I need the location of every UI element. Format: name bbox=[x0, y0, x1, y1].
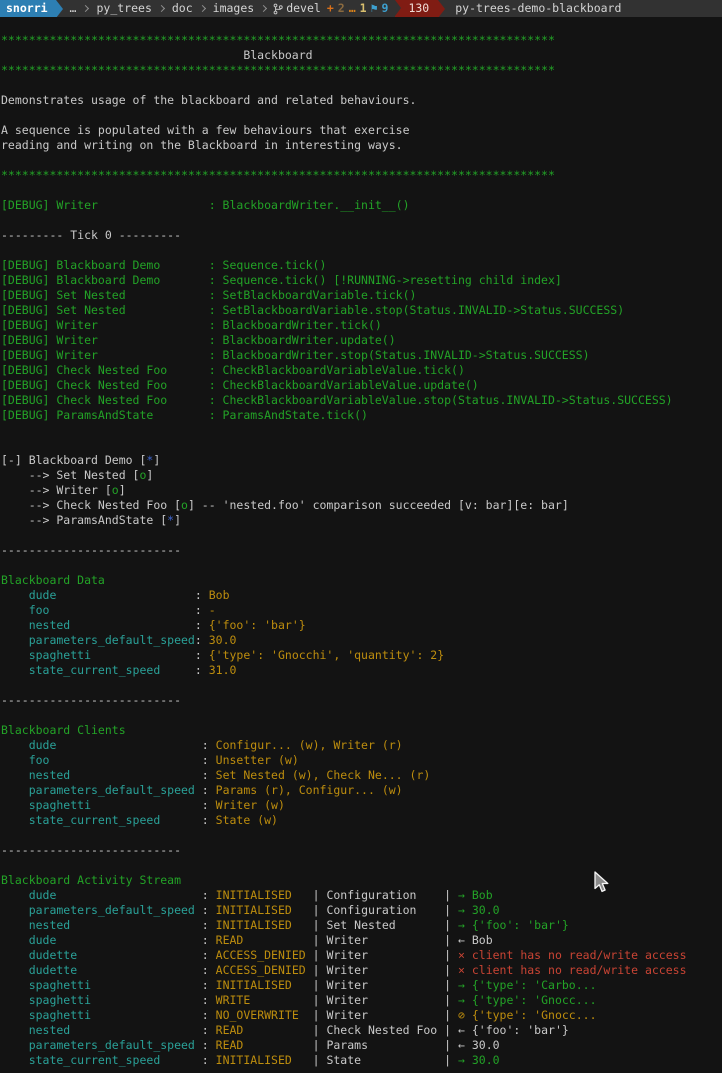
git-branch-label: devel bbox=[286, 1, 321, 15]
git-status-token: 9 bbox=[381, 1, 389, 15]
breadcrumb-item: py_trees bbox=[96, 1, 152, 15]
exit-code-label: 130 bbox=[408, 1, 430, 15]
terminal-line: parameters_default_speed: 30.0 bbox=[1, 633, 237, 647]
terminal-line: [DEBUG] Writer : BlackboardWriter.update… bbox=[1, 333, 396, 347]
git-branch-icon bbox=[273, 3, 283, 14]
terminal-line: spaghetti : NO_OVERWRITE | Writer | ⊘ {'… bbox=[1, 1008, 597, 1022]
terminal-line: [DEBUG] Blackboard Demo : Sequence.tick(… bbox=[1, 258, 327, 272]
terminal-line: ****************************************… bbox=[1, 168, 555, 182]
terminal-line: parameters_default_speed : INITIALISED |… bbox=[1, 903, 500, 917]
git-status-token: ⚑ bbox=[370, 1, 378, 15]
terminal-line: [DEBUG] Writer : BlackboardWriter.tick() bbox=[1, 318, 382, 332]
terminal-line: A sequence is populated with a few behav… bbox=[1, 123, 410, 137]
chevron-separator-icon bbox=[198, 4, 206, 13]
terminal-window: snorri … py_trees doc images devel +2… 1 ⚑ 9 1… bbox=[0, 0, 722, 1067]
breadcrumb-path: … py_trees doc images bbox=[69, 1, 274, 16]
terminal-line: dude : READ | Writer | ← Bob bbox=[1, 933, 493, 947]
terminal-line: --> Writer [o] bbox=[1, 483, 126, 497]
breadcrumb-item: images bbox=[212, 1, 255, 15]
terminal-line: [DEBUG] Check Nested Foo : CheckBlackboa… bbox=[1, 393, 673, 407]
terminal-line: foo : - bbox=[1, 603, 216, 617]
powerline-arrow-icon bbox=[55, 0, 63, 17]
terminal-line: ****************************************… bbox=[1, 33, 555, 47]
terminal-line: foo : Unsetter (w) bbox=[1, 753, 299, 767]
terminal-output: ****************************************… bbox=[0, 17, 722, 1068]
git-status-tokens: +2… 1 ⚑ 9 bbox=[327, 1, 393, 16]
terminal-line: dudette : ACCESS_DENIED | Writer | × cli… bbox=[1, 963, 687, 977]
terminal-line: -------------------------- bbox=[1, 843, 182, 857]
terminal-line: [DEBUG] Blackboard Demo : Sequence.tick(… bbox=[1, 273, 562, 287]
terminal-line: spaghetti : Writer (w) bbox=[1, 798, 285, 812]
git-status-token: 1 bbox=[359, 1, 367, 15]
terminal-line: Blackboard Clients bbox=[1, 723, 126, 737]
terminal-line: Demonstrates usage of the blackboard and… bbox=[1, 93, 417, 107]
terminal-line: state_current_speed : INITIALISED | Stat… bbox=[1, 1053, 500, 1067]
terminal-line: spaghetti : WRITE | Writer | → {'type': … bbox=[1, 993, 597, 1007]
terminal-line: --> ParamsAndState [*] bbox=[1, 513, 182, 527]
terminal-line: nested : Set Nested (w), Check Ne... (r) bbox=[1, 768, 431, 782]
terminal-line: -------------------------- bbox=[1, 693, 182, 707]
powerline-notch-icon bbox=[395, 0, 402, 16]
terminal-line: [DEBUG] Set Nested : SetBlackboardVariab… bbox=[1, 288, 417, 302]
chevron-separator-icon bbox=[260, 4, 268, 13]
terminal-line: reading and writing on the Blackboard in… bbox=[1, 138, 403, 152]
terminal-line: [DEBUG] Check Nested Foo : CheckBlackboa… bbox=[1, 363, 465, 377]
titlebar[interactable]: snorri … py_trees doc images devel +2… 1 ⚑ 9 1… bbox=[0, 0, 722, 17]
terminal-line: -------------------------- bbox=[1, 543, 182, 557]
breadcrumb-item: … bbox=[69, 1, 77, 15]
terminal-line: Blackboard Activity Stream bbox=[1, 873, 182, 887]
terminal-line: spaghetti : {'type': 'Gnocchi', 'quantit… bbox=[1, 648, 445, 662]
host-label: snorri bbox=[6, 1, 48, 15]
terminal-line: Blackboard Data bbox=[1, 573, 105, 587]
git-status-token: 2 bbox=[337, 1, 345, 15]
terminal-line: parameters_default_speed : READ | Params… bbox=[1, 1038, 500, 1052]
powerline-arrow-icon bbox=[438, 0, 446, 17]
git-status-token: … bbox=[348, 1, 356, 15]
terminal-line: [DEBUG] Check Nested Foo : CheckBlackboa… bbox=[1, 378, 479, 392]
breadcrumb-item: doc bbox=[171, 1, 193, 15]
terminal-line: [-] Blackboard Demo [*] bbox=[1, 453, 161, 467]
git-status-token: + bbox=[326, 1, 334, 15]
terminal-line: [DEBUG] Set Nested : SetBlackboardVariab… bbox=[1, 303, 625, 317]
terminal-line: --------- Tick 0 --------- bbox=[1, 228, 182, 242]
chevron-separator-icon bbox=[157, 4, 165, 13]
terminal-line: ****************************************… bbox=[1, 63, 555, 77]
mouse-cursor-icon bbox=[594, 871, 609, 893]
exit-code-segment: 130 bbox=[395, 0, 439, 17]
terminal-line: nested : READ | Check Nested Foo | ← {'f… bbox=[1, 1023, 569, 1037]
terminal-line: --> Check Nested Foo [o] -- 'nested.foo'… bbox=[1, 498, 569, 512]
terminal-line: --> Set Nested [o] bbox=[1, 468, 154, 482]
terminal-line: nested : INITIALISED | Set Nested | → {'… bbox=[1, 918, 569, 932]
terminal-line: state_current_speed : State (w) bbox=[1, 813, 278, 827]
chevron-separator-icon bbox=[82, 4, 90, 13]
terminal-line: dudette : ACCESS_DENIED | Writer | × cli… bbox=[1, 948, 687, 962]
terminal-line: [DEBUG] ParamsAndState : ParamsAndState.… bbox=[1, 408, 368, 422]
breadcrumb-host: snorri bbox=[0, 0, 56, 17]
terminal-line: dude : INITIALISED | Configuration | → B… bbox=[1, 888, 493, 902]
terminal-line: state_current_speed : 31.0 bbox=[1, 663, 237, 677]
terminal-line: [DEBUG] Writer : BlackboardWriter.__init… bbox=[1, 198, 410, 212]
terminal-line: parameters_default_speed : Params (r), C… bbox=[1, 783, 403, 797]
terminal-line: dude : Bob bbox=[1, 588, 230, 602]
terminal-line: [DEBUG] Writer : BlackboardWriter.stop(S… bbox=[1, 348, 590, 362]
terminal-line: dude : Configur... (w), Writer (r) bbox=[1, 738, 403, 752]
terminal-line: nested : {'foo': 'bar'} bbox=[1, 618, 306, 632]
terminal-line: spaghetti : INITIALISED | Writer | → {'t… bbox=[1, 978, 597, 992]
window-title: py-trees-demo-blackboard bbox=[455, 1, 622, 15]
terminal-line: Blackboard bbox=[1, 48, 313, 62]
